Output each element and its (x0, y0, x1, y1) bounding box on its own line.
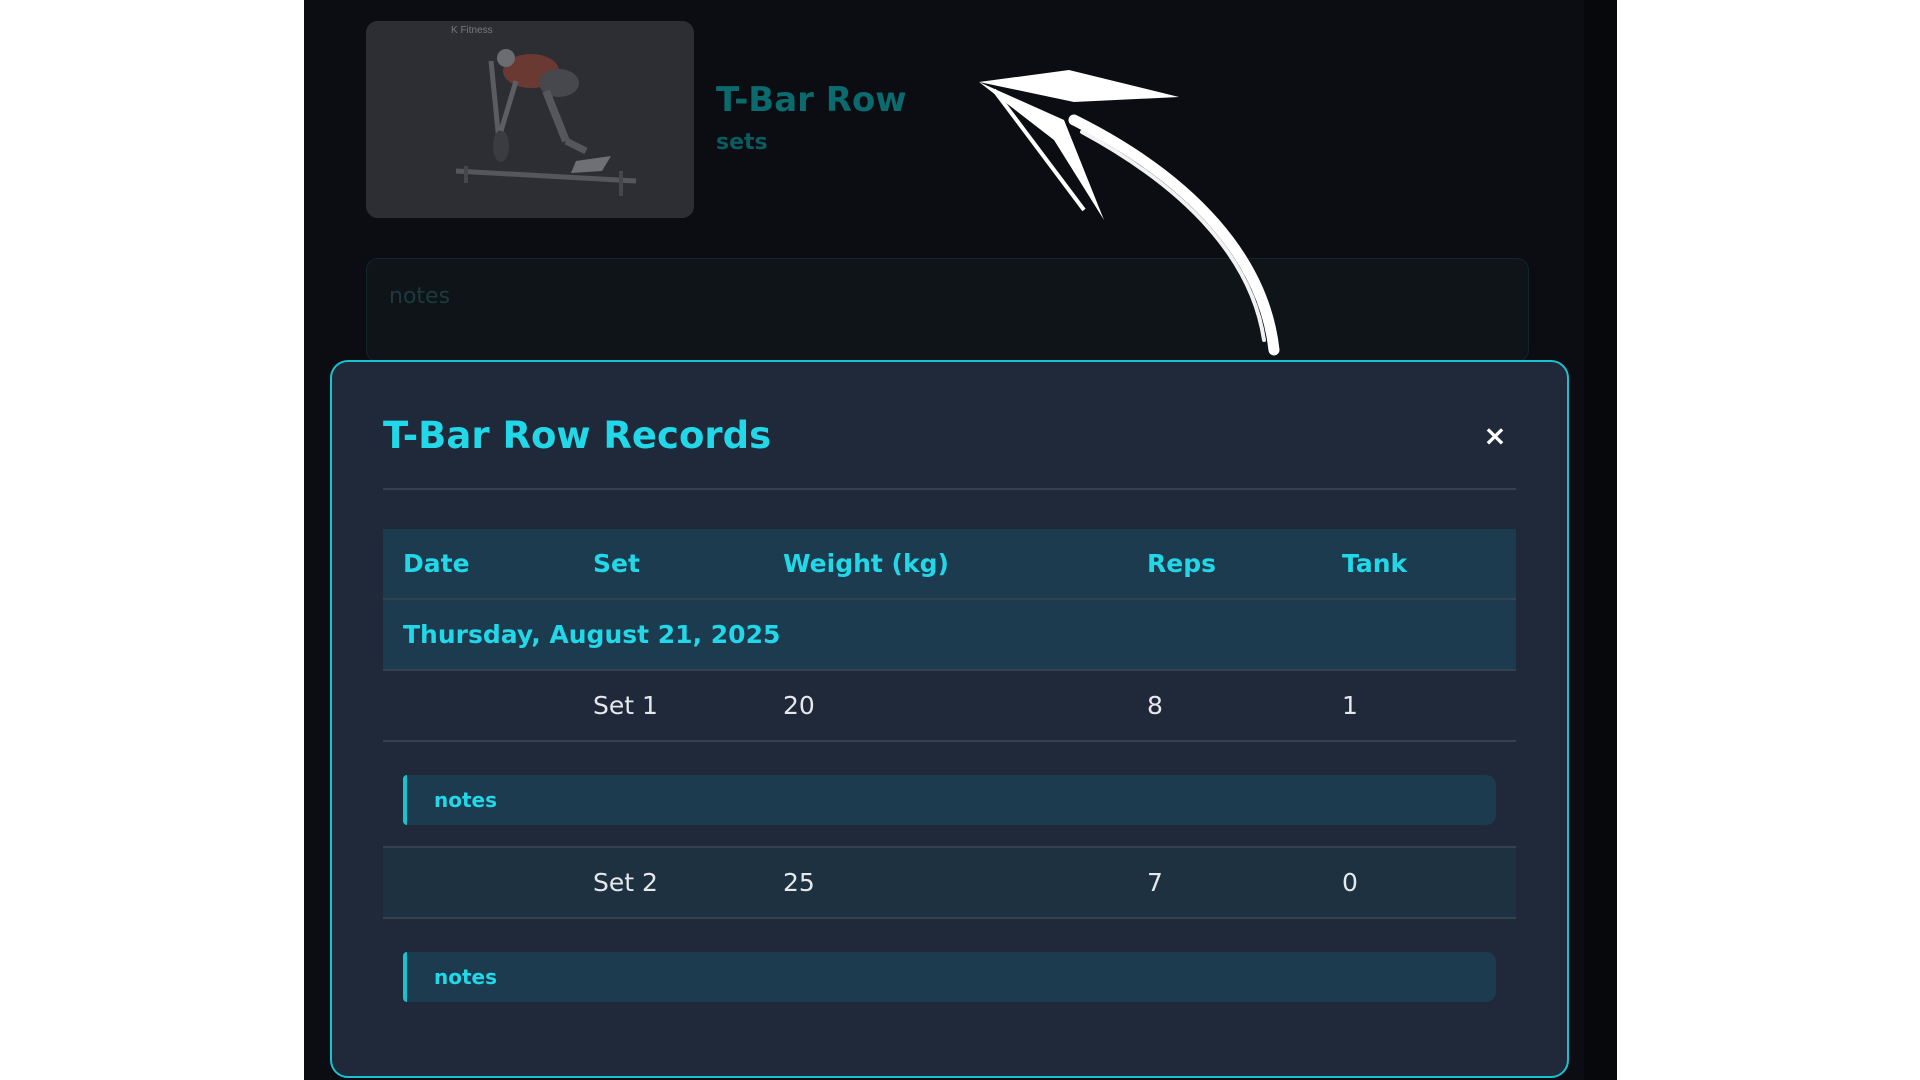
table-row: Set 1 20 8 1 (383, 671, 1516, 742)
date-group-label: Thursday, August 21, 2025 (403, 620, 781, 649)
reps-value: 8 (1147, 691, 1163, 720)
reps-value: 7 (1147, 868, 1163, 897)
exercise-illustration: K Fitness (366, 21, 694, 218)
exercise-title: T-Bar Row (716, 80, 907, 120)
table-row: Set 2 25 7 0 (383, 848, 1516, 919)
weight-value: 20 (783, 691, 815, 720)
exercise-thumbnail[interactable]: K Fitness (366, 21, 694, 218)
set-note: notes (403, 775, 1496, 825)
modal-divider (383, 488, 1516, 490)
modal-title: T-Bar Row Records (383, 414, 772, 457)
tank-value: 0 (1342, 868, 1358, 897)
exercise-subtitle: sets (716, 130, 768, 155)
set-note-row: notes (383, 919, 1516, 1025)
notes-input[interactable]: notes (366, 258, 1529, 362)
column-header-weight: Weight (kg) (783, 549, 949, 578)
set-label: Set 1 (593, 691, 658, 720)
date-group-row: Thursday, August 21, 2025 (383, 600, 1516, 671)
scrollbar-track[interactable] (1584, 0, 1617, 1080)
svg-text:K Fitness: K Fitness (451, 25, 493, 36)
tank-value: 1 (1342, 691, 1358, 720)
records-modal: T-Bar Row Records × Date Set Weight (kg)… (330, 360, 1569, 1078)
column-header-date: Date (403, 549, 470, 578)
table-header-row: Date Set Weight (kg) Reps Tank (383, 529, 1516, 600)
weight-value: 25 (783, 868, 815, 897)
set-note-row: notes (383, 742, 1516, 848)
column-header-set: Set (593, 549, 640, 578)
close-icon[interactable]: × (1481, 422, 1509, 450)
arrow-annotation-icon (979, 70, 1280, 356)
records-table: Date Set Weight (kg) Reps Tank Thursday,… (383, 529, 1516, 1025)
set-label: Set 2 (593, 868, 658, 897)
column-header-tank: Tank (1342, 549, 1408, 578)
column-header-reps: Reps (1147, 549, 1216, 578)
set-note: notes (403, 952, 1496, 1002)
